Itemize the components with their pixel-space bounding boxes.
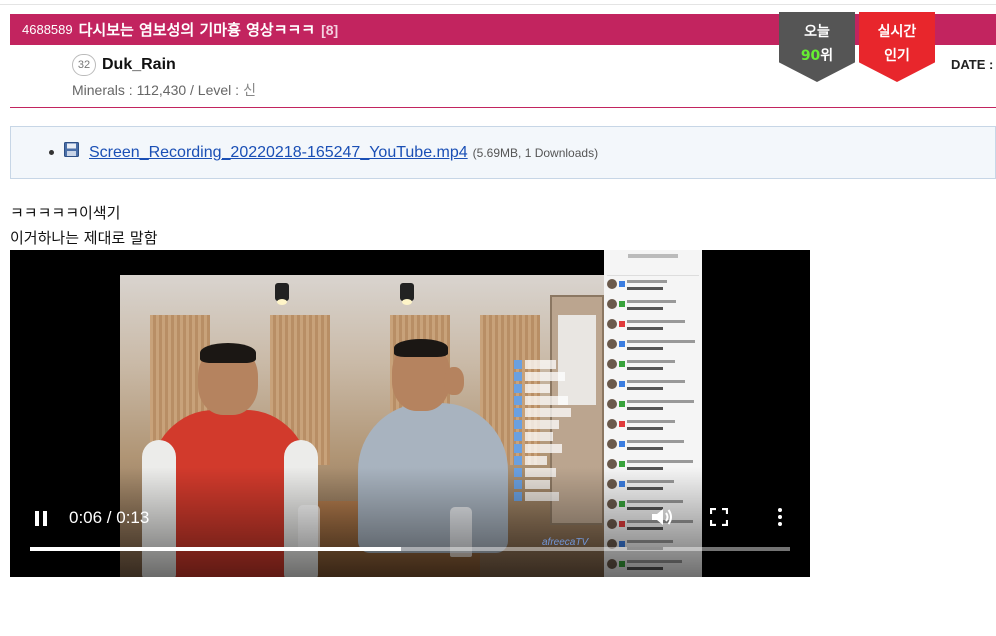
level-badge: 32 [72, 54, 96, 76]
progress-fill [30, 547, 401, 551]
fullscreen-icon[interactable] [710, 508, 728, 526]
post-body-line-2: 이거하나는 제대로 말함 [10, 229, 158, 247]
header-divider [10, 107, 996, 108]
comment-count[interactable]: [8] [321, 22, 338, 38]
top-divider [0, 4, 996, 5]
today-rank: 90위 [779, 41, 855, 65]
today-label: 오늘 [804, 24, 830, 40]
chat-message [607, 416, 699, 436]
date-label: DATE : [951, 57, 994, 72]
chat-message [607, 316, 699, 336]
watermark: afreecaTV [542, 537, 589, 548]
post-body-line-1: ㅋㅋㅋㅋㅋ이색기 [10, 204, 121, 222]
post-id: 4688589 [22, 22, 73, 37]
chat-message [607, 336, 699, 356]
author-stats: Minerals : 112,430 / Level :신 [72, 80, 256, 100]
realtime-hot-badge: 실시간 인기 [859, 12, 935, 82]
hot-line1: 실시간 [877, 24, 917, 40]
today-rank-badge: 오늘 90위 [779, 12, 855, 82]
list-bullet [49, 150, 54, 155]
chat-message [607, 436, 699, 456]
attachment-meta: (5.69MB, 1 Downloads) [472, 145, 599, 160]
more-vert-icon[interactable] [776, 506, 784, 528]
chat-message [607, 296, 699, 316]
video-time: 0:06 / 0:13 [69, 508, 150, 527]
minerals-text: Minerals : 112,430 / Level : [72, 82, 240, 98]
post-title: 다시보는 염보성의 기마흉 영상ㅋㅋㅋ [78, 21, 316, 39]
volume-icon[interactable] [650, 506, 674, 528]
chat-message [607, 356, 699, 376]
progress-bar[interactable] [30, 547, 790, 551]
attachment-download-link[interactable]: Screen_Recording_20220218-165247_YouTube… [89, 144, 468, 162]
chat-message [607, 376, 699, 396]
hot-line2: 인기 [884, 48, 910, 64]
video-player[interactable]: 0:06 / 0:13 afreecaTV [10, 250, 810, 577]
ceiling-lamp [400, 283, 414, 305]
level-name: 신 [243, 82, 256, 98]
chat-message [607, 396, 699, 416]
pause-icon[interactable] [30, 507, 52, 529]
today-rank-suffix: 위 [820, 48, 834, 64]
chat-message [607, 276, 699, 296]
ceiling-lamp [275, 283, 289, 305]
floppy-disk-icon [64, 142, 79, 157]
author-name[interactable]: Duk_Rain [102, 56, 176, 74]
today-rank-number: 90 [800, 48, 821, 64]
author-row: 32 Duk_Rain [72, 54, 176, 76]
attachment-box: Screen_Recording_20220218-165247_YouTube… [10, 126, 996, 179]
